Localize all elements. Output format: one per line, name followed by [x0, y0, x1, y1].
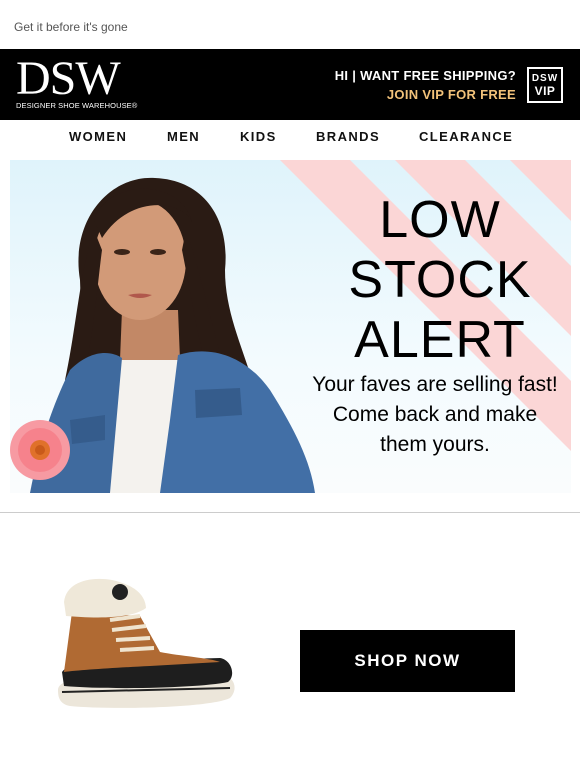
dsw-logo[interactable]: DSW DESIGNER SHOE WAREHOUSE® — [16, 52, 138, 111]
hero-subtitle-line1: Your faves are selling fast! — [312, 373, 558, 396]
shop-now-button[interactable]: SHOP NOW — [300, 630, 515, 692]
dsw-vip-badge[interactable]: DSW VIP — [527, 67, 563, 103]
product-image[interactable] — [50, 572, 240, 727]
header-bar: DSW DESIGNER SHOE WAREHOUSE® HI | WANT F… — [0, 49, 580, 120]
nav-item-women[interactable]: WOMEN — [69, 129, 127, 144]
model-photo — [10, 177, 315, 493]
vip-badge-bottom: VIP — [534, 84, 556, 98]
logo-subtitle: DESIGNER SHOE WAREHOUSE® — [16, 101, 138, 110]
logo-wordmark: DSW — [16, 52, 121, 105]
preheader-text: Get it before it's gone — [14, 20, 128, 34]
hero-title-line3: ALERT — [354, 311, 526, 369]
join-vip-link[interactable]: JOIN VIP FOR FREE — [387, 87, 516, 102]
section-divider — [0, 512, 580, 513]
hero-title-line2: STOCK — [348, 251, 532, 309]
hero-subtitle: Your faves are selling fast! Come back a… — [290, 370, 571, 460]
nav-item-kids[interactable]: KIDS — [240, 129, 277, 144]
hero-headline: LOW STOCK ALERT — [330, 190, 550, 370]
nav-item-brands[interactable]: BRANDS — [316, 129, 380, 144]
hero-banner[interactable]: LOW STOCK ALERT Your faves are selling f… — [10, 160, 571, 493]
free-shipping-promo[interactable]: HI | WANT FREE SHIPPING? — [335, 68, 516, 83]
main-nav: WOMEN MEN KIDS BRANDS CLEARANCE — [0, 120, 580, 156]
hero-subtitle-line2: Come back and make — [332, 403, 538, 426]
hero-subtitle-line3: them yours. — [380, 433, 490, 456]
hero-title-line1: LOW — [379, 191, 501, 249]
nav-item-men[interactable]: MEN — [167, 129, 200, 144]
boot-image — [58, 578, 235, 708]
nav-item-clearance[interactable]: CLEARANCE — [419, 129, 513, 144]
